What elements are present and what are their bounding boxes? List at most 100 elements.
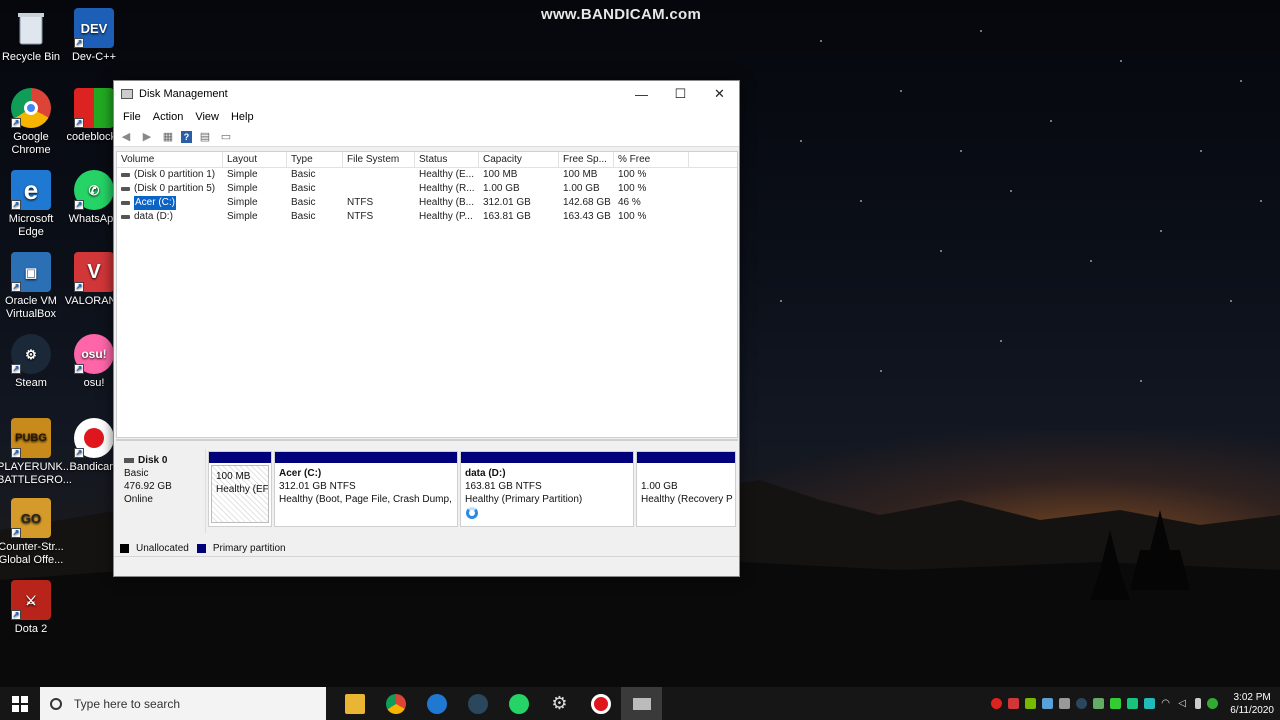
tray-app2-icon[interactable] bbox=[1093, 698, 1105, 709]
partition-efi[interactable]: 100 MB Healthy (EFI bbox=[208, 451, 272, 527]
legend-primary-partition: Primary partition bbox=[212, 542, 286, 554]
menu-help[interactable]: Help bbox=[225, 111, 260, 123]
wallpaper-star bbox=[1140, 380, 1142, 382]
menu-action[interactable]: Action bbox=[147, 111, 190, 123]
desktop-icon-devcpp[interactable]: DEV ↗ Dev-C++ bbox=[60, 8, 128, 64]
volume-capacity-cell: 1.00 GB bbox=[483, 183, 520, 194]
volume-icon bbox=[121, 215, 130, 219]
desktop-icon-chrome[interactable]: ↗ Google Chrome bbox=[0, 88, 65, 157]
column-status[interactable]: Status bbox=[415, 152, 479, 167]
taskbar-steam[interactable] bbox=[457, 687, 498, 720]
disk-0-label[interactable]: Disk 0 Basic 476.92 GB Online bbox=[118, 449, 206, 533]
tray-nvidia-icon[interactable] bbox=[1025, 698, 1037, 709]
taskbar-whatsapp[interactable] bbox=[498, 687, 539, 720]
wallpaper-star bbox=[1230, 300, 1232, 302]
wallpaper-star bbox=[780, 300, 782, 302]
column-file-system[interactable]: File System bbox=[343, 152, 415, 167]
gear-icon: ⚙ bbox=[551, 693, 568, 713]
minimize-button[interactable]: — bbox=[622, 81, 661, 107]
tray-app-icon[interactable] bbox=[1042, 698, 1054, 709]
volume-layout-cell: Simple bbox=[227, 169, 258, 180]
taskbar-file-explorer[interactable] bbox=[334, 687, 375, 720]
security-icon[interactable] bbox=[1207, 698, 1219, 709]
properties-icon[interactable]: ▤ bbox=[197, 130, 213, 144]
legend-swatch-primary bbox=[196, 543, 206, 553]
disk-management-app-icon bbox=[121, 89, 133, 99]
refresh-view-icon[interactable]: ▭ bbox=[218, 130, 234, 144]
loading-spinner-icon bbox=[466, 507, 478, 519]
tray-app4-icon[interactable] bbox=[1144, 698, 1156, 709]
volume-row[interactable]: (Disk 0 partition 5) Simple Basic Healthy (… bbox=[117, 182, 737, 196]
title-bar[interactable]: Disk Management — ☐ ✕ bbox=[114, 81, 739, 107]
volume-status-cell: Healthy (B... bbox=[419, 197, 475, 208]
taskbar-search-box[interactable]: Type here to search bbox=[40, 687, 326, 720]
taskbar: Type here to search ⚙ ◠ ◁ 3:02 PM 6/11/2… bbox=[0, 687, 1280, 720]
partition-recovery[interactable]: 1.00 GB Healthy (Recovery P bbox=[636, 451, 736, 527]
help-icon[interactable]: ? bbox=[181, 130, 192, 143]
menu-file[interactable]: File bbox=[117, 111, 147, 123]
volume-fs-cell bbox=[343, 182, 415, 196]
volume-icon[interactable]: ◁ bbox=[1178, 698, 1189, 709]
menu-view[interactable]: View bbox=[189, 111, 225, 123]
column-free-space[interactable]: Free Sp... bbox=[559, 152, 614, 167]
wifi-icon[interactable]: ◠ bbox=[1161, 698, 1172, 709]
toolbar: ◀ ▶ ▦ ? ▤ ▭ bbox=[114, 127, 739, 147]
microphone-icon[interactable] bbox=[1195, 698, 1202, 709]
partition-data-d[interactable]: data (D:) 163.81 GB NTFS Healthy (Primar… bbox=[460, 451, 634, 527]
back-arrow-icon[interactable]: ◀ bbox=[118, 130, 134, 144]
volume-capacity-cell: 312.01 GB bbox=[483, 197, 531, 208]
wallpaper-star bbox=[1240, 80, 1242, 82]
wallpaper-star bbox=[1160, 230, 1162, 232]
volume-name: Acer (C:) bbox=[133, 196, 177, 210]
tray-steam-icon[interactable] bbox=[1076, 698, 1088, 709]
window-title: Disk Management bbox=[139, 88, 228, 100]
osu-icon: osu! ↗ bbox=[74, 334, 114, 374]
chrome-icon: ↗ bbox=[11, 88, 51, 128]
wallpaper-star bbox=[1200, 150, 1202, 152]
tray-check-icon[interactable] bbox=[1110, 698, 1122, 709]
steam-icon: ⚙ ↗ bbox=[11, 334, 51, 374]
tray-record-icon[interactable] bbox=[991, 698, 1003, 709]
volume-row[interactable]: Acer (C:) Simple Basic NTFS Healthy (B... 312… bbox=[117, 196, 737, 210]
column-type[interactable]: Type bbox=[287, 152, 343, 167]
volume-status-cell: Healthy (E... bbox=[419, 169, 475, 180]
taskbar-settings[interactable]: ⚙ bbox=[539, 687, 580, 720]
volume-icon bbox=[121, 173, 130, 177]
taskbar-disk-management[interactable] bbox=[621, 687, 662, 720]
desktop-icon-recycle-bin[interactable]: Recycle Bin bbox=[0, 8, 65, 64]
devcpp-icon: DEV ↗ bbox=[74, 8, 114, 48]
desktop-icon-steam[interactable]: ⚙ ↗ Steam bbox=[0, 334, 65, 390]
bandicam-icon bbox=[590, 693, 611, 714]
taskbar-bandicam[interactable] bbox=[580, 687, 621, 720]
tray-onedrive-icon[interactable] bbox=[1059, 698, 1071, 709]
partition-acer-c[interactable]: Acer (C:) 312.01 GB NTFS Healthy (Boot, … bbox=[274, 451, 458, 527]
volume-capacity-cell: 163.81 GB bbox=[483, 211, 531, 222]
show-hide-console-icon[interactable]: ▦ bbox=[160, 130, 176, 144]
column-layout[interactable]: Layout bbox=[223, 152, 287, 167]
column-capacity[interactable]: Capacity bbox=[479, 152, 559, 167]
taskbar-edge[interactable] bbox=[416, 687, 457, 720]
column-percent-free[interactable]: % Free bbox=[614, 152, 689, 167]
codeblocks-icon: ↗ bbox=[74, 88, 114, 128]
tray-valorant-icon[interactable] bbox=[1008, 698, 1020, 709]
desktop-icon-edge[interactable]: e ↗ Microsoft Edge bbox=[0, 170, 65, 239]
column-volume[interactable]: Volume bbox=[117, 152, 223, 167]
taskbar-chrome[interactable] bbox=[375, 687, 416, 720]
volume-status-cell: Healthy (P... bbox=[419, 211, 473, 222]
taskbar-clock[interactable]: 3:02 PM 6/11/2020 bbox=[1230, 691, 1274, 717]
maximize-button[interactable]: ☐ bbox=[661, 81, 700, 107]
wallpaper-star bbox=[900, 90, 902, 92]
desktop-icon-virtualbox[interactable]: ▣ ↗ Oracle VM VirtualBox bbox=[0, 252, 65, 321]
desktop-icon-pubg[interactable]: PUBG ↗ PLAYERUNK... BATTLEGRO... bbox=[0, 418, 72, 487]
wallpaper-star bbox=[880, 370, 882, 372]
volume-row[interactable]: data (D:) Simple Basic NTFS Healthy (P... 163… bbox=[117, 210, 737, 224]
forward-arrow-icon[interactable]: ▶ bbox=[139, 130, 155, 144]
close-button[interactable]: ✕ bbox=[700, 81, 739, 107]
volume-row[interactable]: (Disk 0 partition 1) Simple Basic Healthy (… bbox=[117, 168, 737, 182]
volume-name: (Disk 0 partition 5) bbox=[134, 183, 216, 194]
tray-app3-icon[interactable] bbox=[1127, 698, 1139, 709]
desktop-icon-dota2[interactable]: ⚔ ↗ Dota 2 bbox=[0, 580, 65, 636]
start-button[interactable] bbox=[0, 687, 40, 720]
wallpaper-star bbox=[800, 140, 802, 142]
desktop-icon-csgo[interactable]: GO ↗ Counter-Str... Global Offe... bbox=[0, 498, 65, 567]
